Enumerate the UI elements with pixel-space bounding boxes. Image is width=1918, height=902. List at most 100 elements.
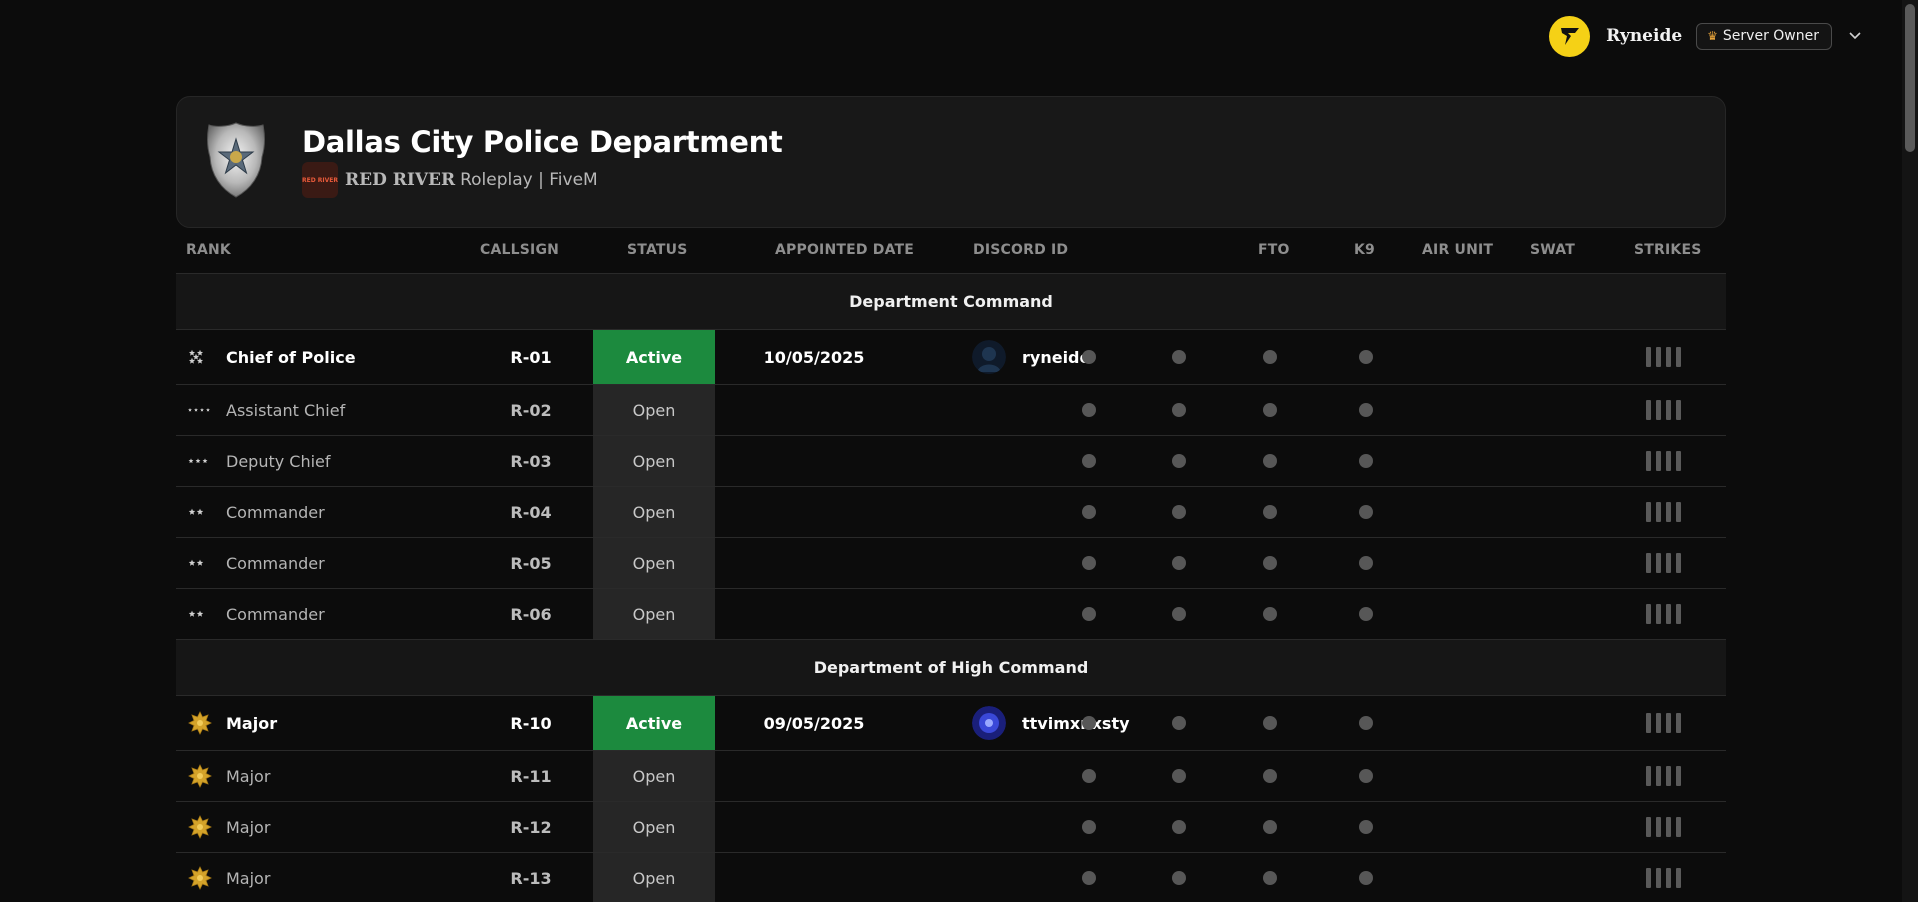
strike-bar bbox=[1666, 817, 1671, 837]
k9-indicator[interactable] bbox=[1172, 403, 1186, 417]
strike-bar bbox=[1646, 400, 1651, 420]
air-unit-indicator[interactable] bbox=[1263, 820, 1277, 834]
strikes-indicator[interactable] bbox=[1646, 347, 1681, 367]
fto-indicator[interactable] bbox=[1082, 454, 1096, 468]
air-unit-indicator[interactable] bbox=[1263, 769, 1277, 783]
fto-indicator[interactable] bbox=[1082, 871, 1096, 885]
k9-indicator[interactable] bbox=[1172, 350, 1186, 364]
strikes-indicator[interactable] bbox=[1646, 400, 1681, 420]
k9-indicator[interactable] bbox=[1172, 769, 1186, 783]
status-badge[interactable]: Active bbox=[593, 696, 715, 750]
table-row[interactable]: Chief of Police R-01 Active 10/05/2025 rynei… bbox=[176, 330, 1726, 385]
k9-indicator[interactable] bbox=[1172, 505, 1186, 519]
table-row[interactable]: Assistant Chief R-02 Open bbox=[176, 385, 1726, 436]
fto-indicator[interactable] bbox=[1082, 403, 1096, 417]
table-row[interactable]: Major R-10 Active 09/05/2025 ttvimxnxsty bbox=[176, 696, 1726, 751]
discord-username: ryneide bbox=[1022, 347, 1091, 367]
strike-bar bbox=[1666, 347, 1671, 367]
strike-bar bbox=[1656, 604, 1661, 624]
status-badge[interactable]: Open bbox=[593, 802, 715, 852]
swat-indicator[interactable] bbox=[1359, 607, 1373, 621]
col-fto: FTO bbox=[1258, 242, 1290, 258]
table-row[interactable]: Commander R-04 Open bbox=[176, 487, 1726, 538]
strikes-indicator[interactable] bbox=[1646, 502, 1681, 522]
strikes-indicator[interactable] bbox=[1646, 713, 1681, 733]
col-status: STATUS bbox=[627, 242, 688, 258]
discord-user[interactable]: ryneide bbox=[972, 330, 1090, 384]
air-unit-indicator[interactable] bbox=[1263, 403, 1277, 417]
k9-indicator[interactable] bbox=[1172, 556, 1186, 570]
status-badge[interactable]: Open bbox=[593, 589, 715, 639]
k9-indicator[interactable] bbox=[1172, 607, 1186, 621]
strike-bar bbox=[1676, 451, 1681, 471]
strikes-indicator[interactable] bbox=[1646, 451, 1681, 471]
table-row[interactable]: Major R-12 Open bbox=[176, 802, 1726, 853]
strikes-indicator[interactable] bbox=[1646, 553, 1681, 573]
rank-insignia-icon bbox=[186, 802, 214, 852]
swat-indicator[interactable] bbox=[1359, 350, 1373, 364]
swat-indicator[interactable] bbox=[1359, 820, 1373, 834]
status-badge[interactable]: Active bbox=[593, 330, 715, 384]
strikes-indicator[interactable] bbox=[1646, 817, 1681, 837]
table-row[interactable]: Commander R-05 Open bbox=[176, 538, 1726, 589]
fto-indicator[interactable] bbox=[1082, 607, 1096, 621]
air-unit-indicator[interactable] bbox=[1263, 607, 1277, 621]
status-badge[interactable]: Open bbox=[593, 487, 715, 537]
swat-indicator[interactable] bbox=[1359, 716, 1373, 730]
strike-bar bbox=[1666, 713, 1671, 733]
scrollbar-thumb[interactable] bbox=[1905, 4, 1915, 152]
callsign: R-04 bbox=[510, 502, 552, 522]
discord-user[interactable]: ttvimxnxsty bbox=[972, 696, 1130, 750]
rank-name: Commander bbox=[226, 502, 325, 522]
swat-indicator[interactable] bbox=[1359, 403, 1373, 417]
col-appointed-date: APPOINTED DATE bbox=[775, 242, 915, 258]
air-unit-indicator[interactable] bbox=[1263, 716, 1277, 730]
col-swat: SWAT bbox=[1530, 242, 1575, 258]
fto-indicator[interactable] bbox=[1082, 556, 1096, 570]
strike-bar bbox=[1666, 604, 1671, 624]
strike-bar bbox=[1656, 502, 1661, 522]
status-badge[interactable]: Open bbox=[593, 436, 715, 486]
swat-indicator[interactable] bbox=[1359, 556, 1373, 570]
air-unit-indicator[interactable] bbox=[1263, 454, 1277, 468]
table-row[interactable]: Deputy Chief R-03 Open bbox=[176, 436, 1726, 487]
fto-indicator[interactable] bbox=[1082, 350, 1096, 364]
section-header: Department Command bbox=[176, 274, 1726, 330]
chevron-down-icon[interactable] bbox=[1848, 29, 1862, 43]
fto-indicator[interactable] bbox=[1082, 716, 1096, 730]
swat-indicator[interactable] bbox=[1359, 454, 1373, 468]
user-menu[interactable]: Ryneide ♛ Server Owner bbox=[1549, 14, 1862, 58]
server-name-secondary: Roleplay | FiveM bbox=[460, 170, 598, 190]
status-badge[interactable]: Open bbox=[593, 385, 715, 435]
table-row[interactable]: Major R-11 Open bbox=[176, 751, 1726, 802]
strikes-indicator[interactable] bbox=[1646, 604, 1681, 624]
page-scrollbar[interactable] bbox=[1902, 0, 1918, 902]
rank-insignia-icon bbox=[186, 751, 214, 801]
status-badge[interactable]: Open bbox=[593, 751, 715, 801]
strike-bar bbox=[1666, 502, 1671, 522]
air-unit-indicator[interactable] bbox=[1263, 871, 1277, 885]
k9-indicator[interactable] bbox=[1172, 820, 1186, 834]
fto-indicator[interactable] bbox=[1082, 505, 1096, 519]
strike-bar bbox=[1666, 553, 1671, 573]
strike-bar bbox=[1646, 868, 1651, 888]
air-unit-indicator[interactable] bbox=[1263, 505, 1277, 519]
k9-indicator[interactable] bbox=[1172, 454, 1186, 468]
strikes-indicator[interactable] bbox=[1646, 868, 1681, 888]
status-badge[interactable]: Open bbox=[593, 853, 715, 902]
strikes-indicator[interactable] bbox=[1646, 766, 1681, 786]
swat-indicator[interactable] bbox=[1359, 769, 1373, 783]
fto-indicator[interactable] bbox=[1082, 769, 1096, 783]
fto-indicator[interactable] bbox=[1082, 820, 1096, 834]
swat-indicator[interactable] bbox=[1359, 505, 1373, 519]
status-badge[interactable]: Open bbox=[593, 538, 715, 588]
strike-bar bbox=[1666, 868, 1671, 888]
table-row[interactable]: Major R-13 Open bbox=[176, 853, 1726, 902]
air-unit-indicator[interactable] bbox=[1263, 350, 1277, 364]
air-unit-indicator[interactable] bbox=[1263, 556, 1277, 570]
swat-indicator[interactable] bbox=[1359, 871, 1373, 885]
strike-bar bbox=[1676, 868, 1681, 888]
table-row[interactable]: Commander R-06 Open bbox=[176, 589, 1726, 640]
k9-indicator[interactable] bbox=[1172, 871, 1186, 885]
k9-indicator[interactable] bbox=[1172, 716, 1186, 730]
